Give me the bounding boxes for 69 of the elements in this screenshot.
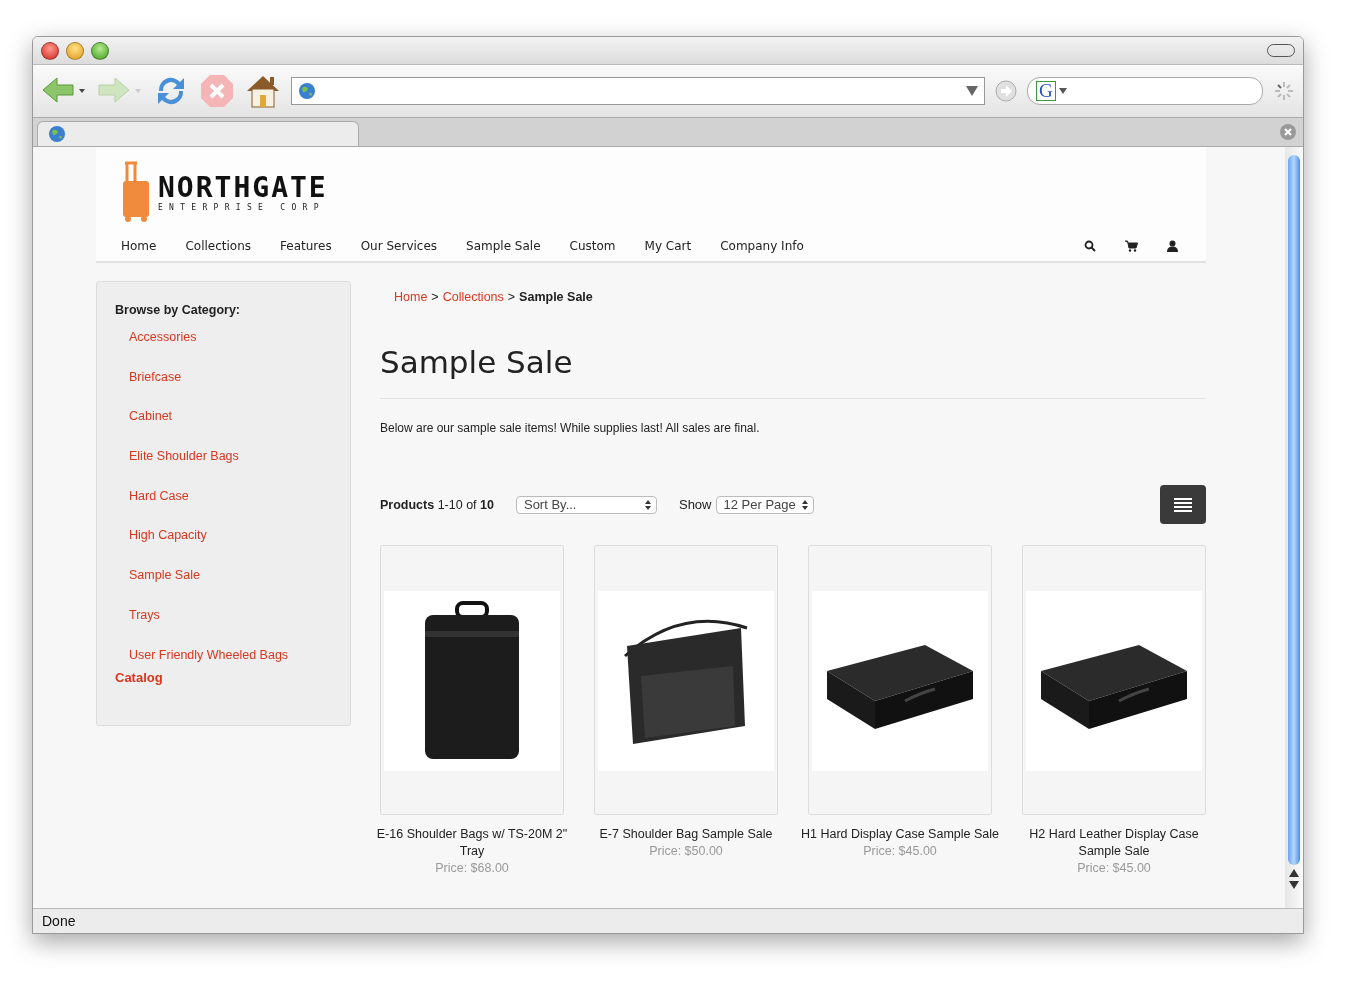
show-label: Show [678, 497, 712, 512]
product-count: Products 1-10 of 10 [380, 497, 494, 512]
nav-link[interactable]: Custom [569, 239, 616, 253]
product-name[interactable]: H2 Hard Leather Display Case Sample Sale [1014, 826, 1214, 860]
nav-link[interactable]: Features [280, 239, 332, 253]
product-card[interactable] [1022, 545, 1206, 815]
list-view-button[interactable] [1160, 485, 1206, 524]
scrollbar[interactable] [1285, 147, 1303, 908]
category-link[interactable]: Hard Case [129, 487, 189, 504]
zoom-window-button[interactable] [91, 41, 109, 60]
scrollbar-thumb[interactable] [1288, 155, 1300, 865]
nav-link[interactable]: Sample Sale [466, 239, 541, 253]
logo-tagline: ENTERPRISE CORP [158, 202, 326, 212]
breadcrumb-separator: > [431, 290, 439, 304]
nav-link[interactable]: Company Info [720, 239, 804, 253]
product-price: Price: $45.00 [862, 843, 938, 860]
page-title: Sample Sale [380, 344, 1206, 399]
product-name[interactable]: E-16 Shoulder Bags w/ TS-20M 2" Tray [372, 826, 572, 860]
catalog-link[interactable]: Catalog [115, 670, 163, 686]
product-card[interactable] [808, 545, 992, 815]
search-icon[interactable] [1084, 240, 1096, 252]
product-price: Price: $50.00 [648, 843, 724, 860]
category-link[interactable]: Briefcase [129, 368, 182, 385]
category-link[interactable]: Sample Sale [129, 567, 200, 584]
nav-link[interactable]: My Cart [644, 239, 692, 253]
nav-link[interactable]: Our Services [360, 239, 438, 253]
scroll-up-icon[interactable] [1289, 869, 1299, 877]
category-link[interactable]: Elite Shoulder Bags [129, 448, 239, 465]
address-field[interactable] [291, 77, 985, 105]
category-link[interactable]: User Friendly Wheeled Bags [129, 646, 289, 663]
product-card[interactable] [594, 545, 778, 815]
list-lines-icon [1173, 496, 1193, 513]
scroll-down-icon[interactable] [1289, 881, 1299, 889]
dropdown-arrow-icon[interactable] [966, 86, 978, 96]
breadcrumb-separator: > [507, 290, 516, 304]
minimize-window-button[interactable] [66, 41, 84, 60]
stepper-arrows-icon [644, 498, 651, 511]
status-text: Done [42, 913, 76, 929]
sort-select[interactable]: Sort By... [515, 495, 657, 514]
nav-link[interactable]: Collections [185, 239, 252, 253]
nav-link[interactable]: Home [121, 239, 157, 253]
intro-text: Below are our sample sale items! While supplies last! All sales are final. [380, 421, 761, 435]
category-link[interactable]: Cabinet [129, 408, 173, 425]
category-link[interactable]: High Capacity [129, 527, 207, 544]
product-price: Price: $45.00 [1076, 860, 1152, 877]
search-engine-logo: G [1036, 81, 1056, 101]
search-field[interactable]: G [1027, 77, 1263, 105]
user-icon[interactable] [1167, 240, 1178, 252]
breadcrumb-link[interactable]: Collections [442, 290, 504, 304]
product-card[interactable] [380, 545, 564, 815]
breadcrumb-link[interactable]: Home [394, 290, 428, 304]
home-icon[interactable] [245, 73, 281, 109]
close-tab-icon[interactable] [1279, 123, 1297, 141]
category-link[interactable]: Accessories [129, 329, 197, 345]
globe-icon [48, 125, 66, 143]
per-page-select[interactable]: 12 Per Page [715, 495, 814, 514]
logo-name: NORTHGATE [158, 172, 328, 203]
loading-spinner-icon [1273, 80, 1295, 102]
cart-icon[interactable] [1125, 240, 1138, 252]
category-link[interactable]: Trays [129, 606, 160, 623]
close-window-button[interactable] [41, 41, 59, 60]
dropdown-arrow-icon[interactable] [1058, 88, 1067, 94]
stepper-arrows-icon [801, 498, 808, 511]
product-name[interactable]: H1 Hard Display Case Sample Sale [800, 826, 1000, 843]
product-price: Price: $68.00 [434, 860, 510, 877]
company-logo[interactable]: NORTHGATE ENTERPRISE CORP [121, 161, 328, 223]
product-name[interactable]: E-7 Shoulder Bag Sample Sale [586, 826, 786, 843]
sidebar-heading: Browse by Category: [115, 303, 242, 317]
globe-icon [298, 82, 316, 100]
